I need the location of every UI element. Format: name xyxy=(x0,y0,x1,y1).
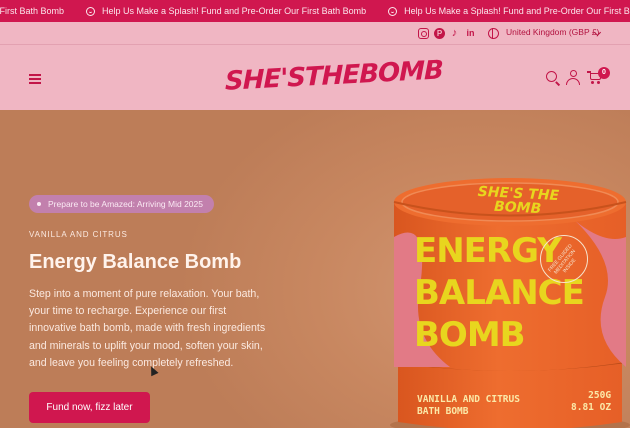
hero-description: Step into a moment of pure relaxation. Y… xyxy=(29,288,266,369)
meditation-seal: FREE GUIDED MEDITATION INSIDE xyxy=(540,235,588,283)
status-badge: Prepare to be Amazed: Arriving Mid 2025 xyxy=(29,195,214,213)
utility-bar: P ♪ in United Kingdom (GBP £) xyxy=(0,22,630,45)
menu-icon[interactable] xyxy=(29,74,41,84)
cart-count-badge: 0 xyxy=(598,67,610,79)
product-variant-label: VANILLA AND CITRUS xyxy=(29,230,128,239)
announcement-item[interactable]: r First Bath Bomb xyxy=(0,6,64,16)
smile-icon xyxy=(388,6,398,16)
tin-word: BOMB xyxy=(414,315,526,355)
logo-text: SHE'STHEBOMB xyxy=(225,55,443,97)
account-icon[interactable] xyxy=(566,70,580,85)
locale-selector[interactable]: United Kingdom (GBP £) xyxy=(506,27,599,37)
instagram-icon[interactable] xyxy=(418,28,429,39)
announcement-item[interactable]: Help Us Make a Splash! Fund and Pre-Orde… xyxy=(86,6,366,16)
tin-flavor-line: VANILLA AND CITRUS xyxy=(417,394,520,405)
tin-weight-line: 250G xyxy=(588,390,612,401)
announcement-text: Help Us Make a Splash! Fund and Pre-Orde… xyxy=(404,6,630,16)
announcement-item[interactable]: Help Us Make a Splash! Fund and Pre-Orde… xyxy=(388,6,630,16)
product-image: SHE'S THE BOMB ENERGY BALANCE BOMB FREE … xyxy=(390,177,630,428)
page-title: Energy Balance Bomb xyxy=(29,251,242,273)
tin-flavor-label: VANILLA AND CITRUS BATH BOMB xyxy=(417,394,520,418)
linkedin-icon[interactable]: in xyxy=(465,28,476,39)
fund-now-button[interactable]: Fund now, fizz later xyxy=(29,392,150,423)
pinterest-icon[interactable]: P xyxy=(434,28,445,39)
smile-icon xyxy=(86,6,96,16)
tin-flavor-line: BATH BOMB xyxy=(417,406,469,417)
announcement-track: r First Bath Bomb Help Us Make a Splash!… xyxy=(0,0,630,22)
announcement-text: Help Us Make a Splash! Fund and Pre-Orde… xyxy=(102,6,367,16)
tin-lid-logo: SHE'S THE BOMB xyxy=(477,183,560,218)
search-icon[interactable] xyxy=(546,71,557,82)
tiktok-icon[interactable]: ♪ xyxy=(449,28,460,39)
logo[interactable]: SHE'STHEBOMB xyxy=(225,55,443,97)
globe-icon xyxy=(488,28,499,39)
tin-weight-line: 8.81 OZ xyxy=(571,402,612,413)
announcement-text: r First Bath Bomb xyxy=(0,6,65,16)
hero-section: Prepare to be Amazed: Arriving Mid 2025 … xyxy=(0,110,630,428)
site-header: SHE'STHEBOMB 0 xyxy=(0,45,630,110)
announcement-bar: r First Bath Bomb Help Us Make a Splash!… xyxy=(0,0,630,22)
tin-weight-label: 250G 8.81 OZ xyxy=(571,390,611,414)
